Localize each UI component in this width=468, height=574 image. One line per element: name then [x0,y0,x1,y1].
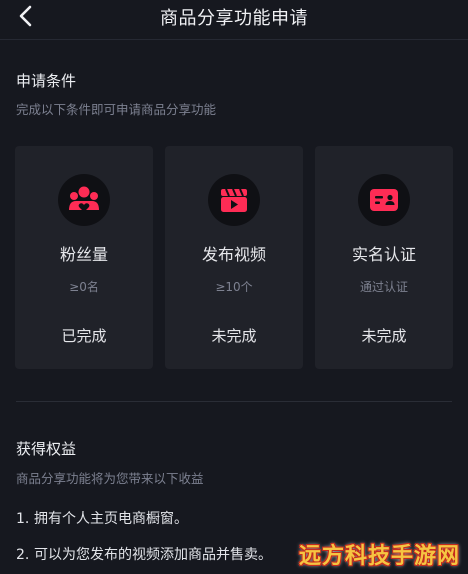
header-divider [0,39,468,40]
conditions-subtitle: 完成以下条件即可申请商品分享功能 [16,102,217,117]
card-status: 未完成 [211,327,257,345]
benefit-number: 1. [16,511,30,527]
benefit-text: 拥有个人主页电商橱窗。 [34,511,188,527]
icon-circle [58,174,110,226]
id-card-icon [370,189,398,211]
benefit-item: 2. 可以为您发布的视频添加商品并售卖。 [16,544,272,564]
card-label: 发布视频 [201,245,266,264]
header-bar: 商品分享功能申请 [0,0,468,34]
icon-circle [208,174,260,226]
benefit-number: 2. [16,547,30,563]
card-requirement: 通过认证 [359,280,408,294]
card-label: 粉丝量 [59,245,108,264]
fans-icon [69,186,99,212]
page-title: 商品分享功能申请 [160,8,308,29]
benefits-title: 获得权益 [16,440,77,458]
watermark-text: 远方科技手游网 [298,544,460,569]
condition-card-fans[interactable]: 粉丝量 ≥0名 已完成 [15,146,153,369]
conditions-title: 申请条件 [16,72,77,90]
card-requirement: ≥0名 [69,280,99,294]
benefit-item: 1. 拥有个人主页电商橱窗。 [16,508,188,528]
benefit-text: 可以为您发布的视频添加商品并售卖。 [34,547,272,563]
card-status: 已完成 [61,327,107,345]
condition-card-videos[interactable]: 发布视频 ≥10个 未完成 [165,146,303,369]
card-label: 实名认证 [351,245,416,264]
card-status: 未完成 [361,327,407,345]
icon-circle [358,174,410,226]
card-requirement: ≥10个 [215,280,253,294]
video-clapper-icon [221,188,247,212]
condition-card-realname[interactable]: 实名认证 通过认证 未完成 [315,146,453,369]
benefits-subtitle: 商品分享功能将为您带来以下收益 [16,471,204,486]
section-divider [16,401,452,402]
